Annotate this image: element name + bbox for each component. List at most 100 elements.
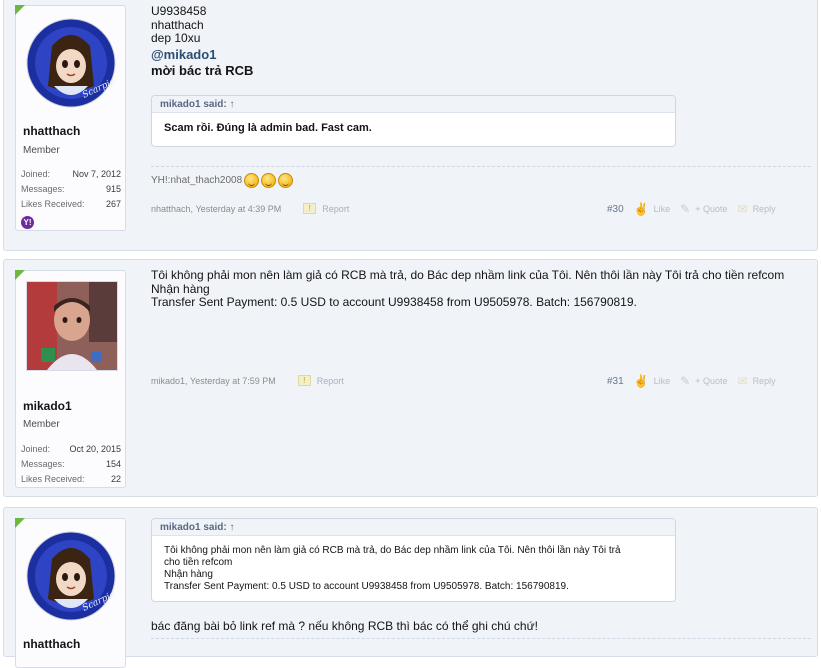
like-button[interactable]: ✌ Like — [634, 374, 670, 388]
reply-button[interactable]: ✉ Reply — [738, 202, 776, 216]
stat-value[interactable]: 154 — [106, 459, 121, 469]
stat-joined: Joined: Nov 7, 2012 — [21, 169, 121, 179]
avatar[interactable]: Scarpio — [24, 16, 118, 110]
quote-header[interactable]: mikado1 said: ↑ — [152, 96, 675, 113]
quote-label: + Quote — [695, 204, 728, 214]
reply-label: Reply — [752, 376, 776, 386]
stat-label: Joined: — [21, 444, 51, 454]
user-card: Scarpio nhatthach Member Joined: Nov 7, 2… — [15, 5, 126, 231]
smiley-icon — [278, 173, 294, 188]
stat-label: Joined: — [21, 169, 51, 179]
report-label: Report — [316, 375, 344, 386]
smiley-icon — [261, 173, 277, 188]
message-bold-line: mời bác trả RCB — [151, 63, 254, 78]
speech-bubble-icon: ✉ — [737, 374, 748, 388]
signature-divider — [151, 638, 811, 639]
like-button[interactable]: ✌ Like — [634, 202, 670, 216]
stat-joined: Joined: Oct 20, 2015 — [21, 444, 121, 454]
avatar-image: Scarpio — [26, 18, 117, 108]
thumbs-up-icon: ✌ — [633, 202, 649, 216]
post-meta: nhatthach, Yesterday at 4:39 PM ! Report — [151, 203, 349, 214]
post-author-link[interactable]: mikado1 — [151, 376, 185, 386]
quote-button[interactable]: ✎ + Quote — [680, 202, 727, 216]
avatar-image: Scarpio — [26, 531, 117, 621]
post-32: Scarpio nhatthach mikado1 said: ↑ Tôi kh… — [3, 507, 818, 668]
post-31: mikado1 Member Joined: Oct 20, 2015 Messa… — [3, 259, 818, 497]
message-body: Tôi không phải mon nên làm giả có RCB mà… — [151, 268, 806, 310]
pencil-icon: ✎ — [680, 374, 691, 388]
username[interactable]: nhatthach — [23, 637, 80, 651]
quote-header[interactable]: mikado1 said: ↑ — [152, 519, 675, 536]
stat-label: Messages: — [21, 459, 65, 469]
username[interactable]: nhatthach — [23, 124, 80, 138]
reply-button[interactable]: ✉ Reply — [738, 374, 776, 388]
stat-value: Oct 20, 2015 — [69, 444, 121, 454]
report-button[interactable]: ! Report — [297, 375, 344, 386]
quote-line: Nhận hàng — [164, 569, 213, 580]
signature: YH!:nhat_thach2008 — [151, 173, 294, 188]
post-date-link[interactable]: Yesterday at 7:59 PM — [190, 376, 276, 386]
user-title: Member — [23, 145, 60, 156]
stat-value: 267 — [105, 199, 121, 209]
stat-messages: Messages: 915 — [21, 184, 121, 194]
post-number-link[interactable]: #31 — [607, 376, 624, 387]
message-line: Nhận hàng — [151, 281, 210, 296]
reply-label: Reply — [752, 204, 776, 214]
message-line: nhatthach — [151, 17, 204, 32]
message-line: dep 10xu — [151, 31, 201, 45]
report-button[interactable]: ! Report — [303, 203, 349, 214]
speech-bubble-icon: ✉ — [737, 202, 748, 216]
quote-line: cho tiền refcom — [164, 557, 233, 568]
quote-line: Tôi không phải mon nên làm giả có RCB mà… — [164, 545, 621, 556]
user-card: mikado1 Member Joined: Oct 20, 2015 Messa… — [15, 270, 126, 488]
message-line: U9938458 — [151, 4, 207, 18]
stat-value: Nov 7, 2012 — [72, 169, 121, 179]
post-meta: mikado1, Yesterday at 7:59 PM ! Report — [151, 375, 344, 386]
stat-messages: Messages: 154 — [21, 459, 121, 469]
quote-line: Transfer Sent Payment: 0.5 USD to accoun… — [164, 581, 569, 592]
post-date-link[interactable]: Yesterday at 4:39 PM — [196, 204, 282, 214]
report-label: Report — [322, 203, 350, 214]
avatar[interactable]: Scarpio — [24, 529, 118, 623]
signature-text: YH!:nhat_thach2008 — [151, 175, 243, 186]
thumbs-up-icon: ✌ — [633, 374, 649, 388]
message-line: Tôi không phải mon nên làm giả có RCB mà… — [151, 268, 785, 282]
report-icon: ! — [297, 375, 311, 386]
like-label: Like — [653, 376, 671, 386]
online-indicator — [15, 5, 25, 15]
online-indicator — [15, 270, 25, 280]
post-30: Scarpio nhatthach Member Joined: Nov 7, 2… — [3, 0, 818, 251]
message-body: U9938458 nhatthach dep 10xu @mikado1 mời… — [151, 4, 254, 78]
quote-text: Scam rồi. Đúng là admin bad. Fast cam. — [164, 122, 372, 134]
post-actions: #30 ✌ Like ✎ + Quote ✉ Reply — [607, 202, 786, 216]
quote-block: mikado1 said: ↑ Scam rồi. Đúng là admin … — [151, 95, 676, 147]
stat-likes: Likes Received: 267 — [21, 199, 121, 209]
stat-value[interactable]: 915 — [106, 184, 121, 194]
post-number-link[interactable]: #30 — [607, 204, 624, 215]
pencil-icon: ✎ — [680, 202, 691, 216]
stat-likes: Likes Received: 22 — [21, 474, 121, 484]
stat-label: Likes Received: — [21, 199, 85, 209]
username[interactable]: mikado1 — [23, 399, 72, 413]
signature-divider — [151, 166, 811, 167]
yahoo-messenger-icon[interactable]: Y! — [21, 216, 34, 229]
smiley-icon — [244, 173, 260, 188]
post-actions: #31 ✌ Like ✎ + Quote ✉ Reply — [607, 374, 786, 388]
quote-text: Tôi không phải mon nên làm giả có RCB mà… — [152, 536, 675, 602]
avatar-image — [27, 282, 117, 370]
user-card: Scarpio nhatthach — [15, 518, 126, 668]
report-icon: ! — [303, 203, 317, 214]
post-author-link[interactable]: nhatthach — [151, 204, 191, 214]
online-indicator — [15, 518, 25, 528]
user-mention-link[interactable]: @mikado1 — [151, 47, 253, 62]
stat-value: 22 — [110, 474, 121, 484]
stat-label: Messages: — [21, 184, 65, 194]
quote-button[interactable]: ✎ + Quote — [680, 374, 727, 388]
quote-block: mikado1 said: ↑ Tôi không phải mon nên l… — [151, 518, 676, 602]
user-title: Member — [23, 419, 60, 430]
quote-label: + Quote — [695, 376, 728, 386]
stat-label: Likes Received: — [21, 474, 85, 484]
message-body: bác đăng bài bỏ link ref mà ? nếu không … — [151, 619, 538, 633]
like-label: Like — [653, 204, 671, 214]
avatar[interactable] — [26, 281, 118, 371]
